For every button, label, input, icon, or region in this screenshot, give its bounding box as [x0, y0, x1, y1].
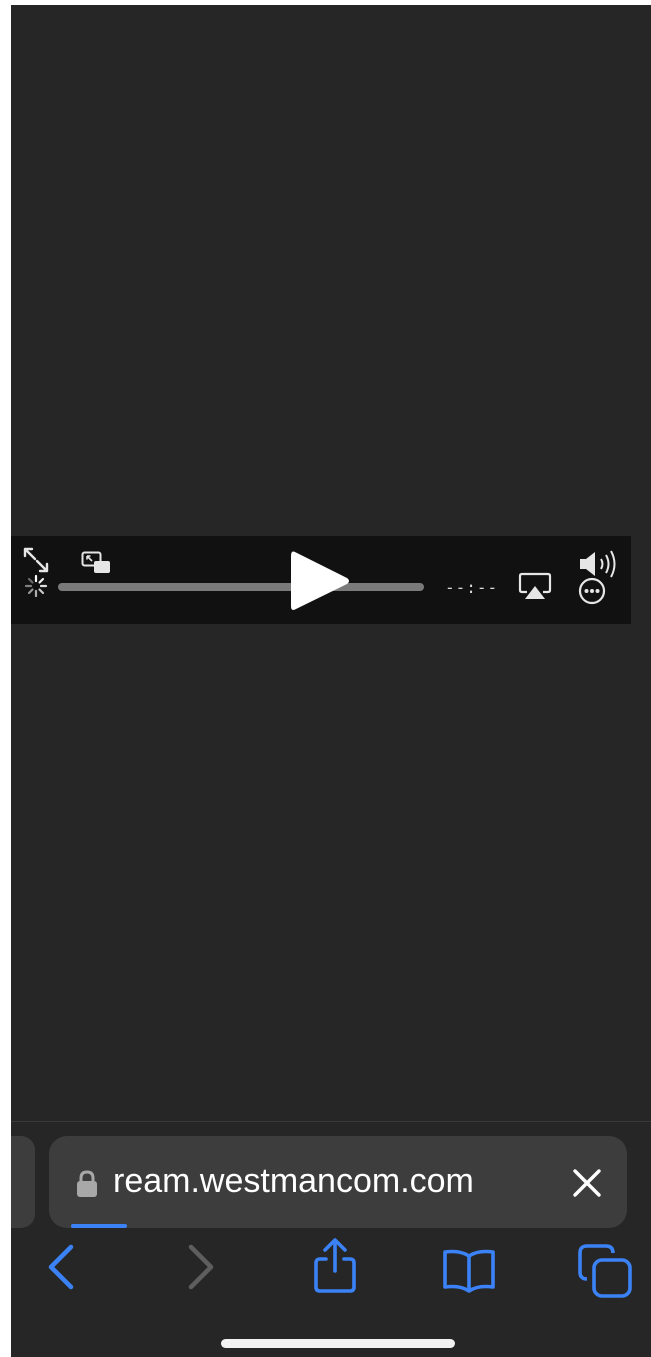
toolbar-divider — [11, 1121, 651, 1122]
address-bar[interactable]: ream.westmancom.com — [49, 1136, 627, 1228]
clear-url-icon[interactable] — [571, 1167, 603, 1199]
video-control-bar: --:-- — [11, 536, 631, 624]
share-icon[interactable] — [311, 1237, 359, 1293]
loading-spinner-icon — [24, 574, 48, 598]
url-text[interactable]: ream.westmancom.com — [113, 1162, 474, 1201]
fullscreen-icon[interactable] — [23, 547, 49, 573]
lock-icon — [75, 1169, 99, 1199]
airplay-icon[interactable] — [518, 572, 552, 602]
back-icon[interactable] — [43, 1241, 79, 1293]
tabs-icon[interactable] — [577, 1243, 633, 1299]
time-remaining: --:-- — [445, 578, 499, 597]
play-icon[interactable] — [289, 548, 351, 614]
page-load-progress-fill — [71, 1224, 127, 1228]
previous-tab-peek[interactable] — [11, 1136, 35, 1228]
playback-scrubber[interactable] — [58, 583, 424, 591]
page-load-progress — [71, 1224, 627, 1228]
home-indicator[interactable] — [221, 1339, 455, 1348]
more-options-icon[interactable] — [577, 576, 607, 606]
browser-screen: --:-- ream.westmancom.com — [11, 5, 651, 1357]
bookmarks-icon[interactable] — [440, 1247, 498, 1295]
picture-in-picture-icon[interactable] — [81, 551, 111, 575]
forward-icon[interactable] — [183, 1241, 219, 1293]
